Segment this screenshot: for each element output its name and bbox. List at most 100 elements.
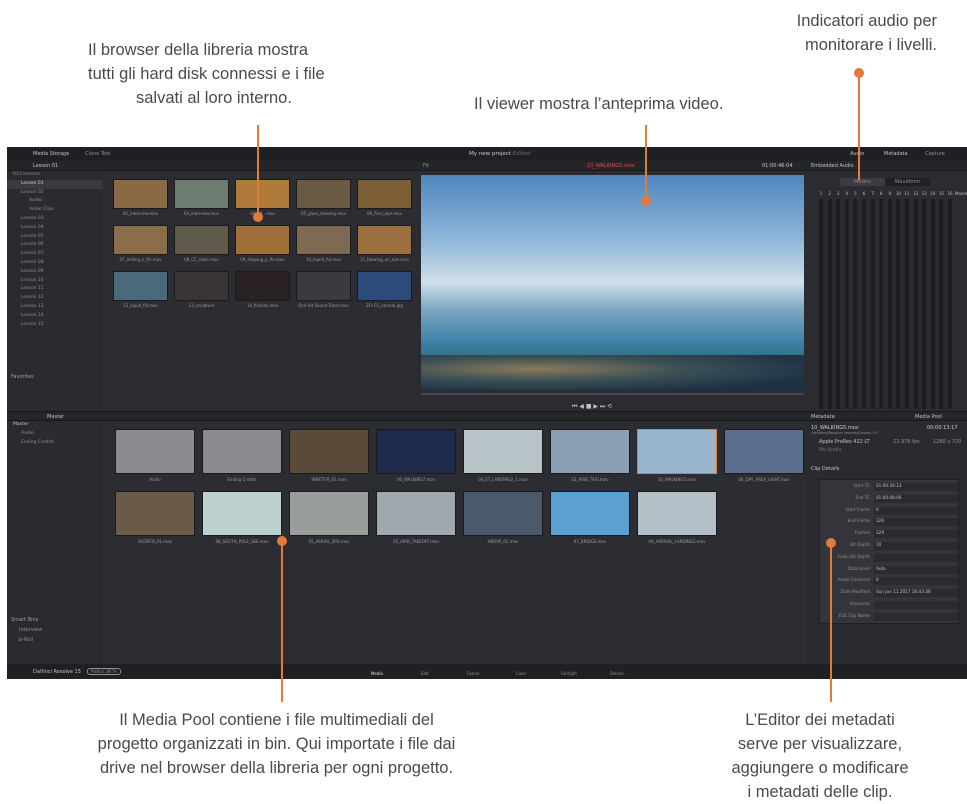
mediapool-clip-thumbnail[interactable]: [289, 491, 369, 536]
clone-tool-button[interactable]: Clone Tool: [85, 151, 111, 157]
mediapool-clip-thumbnail[interactable]: [115, 491, 195, 536]
library-clip-thumbnail[interactable]: [235, 179, 290, 209]
audio-meter-bar: [879, 199, 884, 409]
library-tree-item[interactable]: Lesson 15: [7, 321, 103, 330]
library-tree-item[interactable]: Lesson 03: [7, 215, 103, 224]
callout-viewer: [645, 125, 647, 200]
audio-channel-number: 2: [828, 191, 831, 196]
transport-controls[interactable]: ⏮ ◀ ■ ▶ ⏭ ⟲: [572, 403, 612, 411]
library-tree-item[interactable]: Lesson 10: [7, 277, 103, 286]
library-clip-thumbnail[interactable]: [357, 179, 412, 209]
metadata-resolution: 1280 x 720: [933, 439, 962, 445]
mediapool-clip-thumbnail[interactable]: [550, 491, 630, 536]
library-tree-item[interactable]: Lesson 06: [7, 241, 103, 250]
library-clip-thumbnail[interactable]: [113, 225, 168, 255]
library-current-folder[interactable]: Lesson 01: [33, 163, 58, 169]
library-clip-thumbnail[interactable]: [113, 179, 168, 209]
library-tree-item[interactable]: Lesson 14: [7, 312, 103, 321]
library-clip-thumbnail[interactable]: [357, 271, 412, 301]
meters-tab[interactable]: Meters: [840, 178, 885, 186]
library-clip-thumbnail[interactable]: [296, 179, 351, 209]
library-tree-item[interactable]: Lesson 08: [7, 259, 103, 268]
library-clip-thumbnail[interactable]: [357, 225, 412, 255]
metadata-field-value[interactable]: Auto: [874, 565, 958, 574]
metadata-field-value[interactable]: 329: [874, 530, 958, 539]
library-clip-thumbnail[interactable]: [174, 271, 229, 301]
page-tab-color[interactable]: Color: [506, 671, 536, 676]
library-clip-thumbnail[interactable]: [174, 225, 229, 255]
metadata-tab[interactable]: Metadata: [884, 151, 908, 157]
metadata-field-value[interactable]: 326: [874, 518, 958, 527]
page-tab-media[interactable]: Media: [362, 671, 392, 676]
library-tree-item[interactable]: Lesson 13: [7, 303, 103, 312]
bin-folder-icon[interactable]: [115, 429, 195, 474]
library-tree-item[interactable]: Lesson 02: [7, 189, 103, 198]
media-storage-button[interactable]: Media Storage: [33, 151, 69, 157]
library-tree-item[interactable]: Lesson 11: [7, 285, 103, 294]
waveform-tab[interactable]: Waveform: [885, 178, 930, 186]
mediapool-clip-thumbnail[interactable]: [289, 429, 369, 474]
page-tab-fairlight[interactable]: Fairlight: [554, 671, 584, 676]
metadata-header: Metadata Media Pool: [805, 411, 967, 421]
mediapool-clip-thumbnail[interactable]: [463, 491, 543, 536]
library-tree-item[interactable]: Lesson 05: [7, 233, 103, 242]
library-tree-item[interactable]: Lesson 04: [7, 224, 103, 233]
mediapool-clip-thumbnail[interactable]: [637, 491, 717, 536]
metadata-field-value[interactable]: 01:00:48:06: [874, 494, 958, 503]
audio-meter-bar: [939, 199, 944, 409]
mediapool-clip-thumbnail[interactable]: [202, 491, 282, 536]
smart-bin-broll[interactable]: b-Roll: [19, 637, 33, 643]
metadata-field-value[interactable]: [874, 612, 958, 621]
library-clip-thumbnail[interactable]: [174, 179, 229, 209]
page-tab-edit[interactable]: Edit: [410, 671, 440, 676]
viewer-zoom[interactable]: Fit: [423, 163, 429, 169]
audio-meter-bar: [819, 199, 823, 409]
current-bin[interactable]: Master: [47, 414, 64, 420]
bin-audio[interactable]: Audio: [7, 430, 103, 439]
library-clip-thumbnail[interactable]: [296, 225, 351, 255]
library-header: Lesson 01: [7, 161, 417, 171]
metadata-field-label: Keywords: [849, 601, 870, 606]
library-tree-item[interactable]: Lesson 09: [7, 268, 103, 277]
metadata-field-value[interactable]: [874, 553, 958, 562]
bin-ending-credits[interactable]: Ending Credits: [7, 439, 103, 448]
library-tree-item[interactable]: Lesson 01: [7, 179, 103, 189]
library-tree-item[interactable]: R15 lessons: [7, 171, 103, 180]
mediapool-clip-thumbnail[interactable]: [376, 491, 456, 536]
favorites-label: Favorites: [11, 374, 34, 380]
mediapool-clip-thumbnail[interactable]: [724, 429, 804, 474]
viewer-clip-name[interactable]: 10_WALKING5.mov: [587, 163, 635, 169]
metadata-field-value[interactable]: 0: [874, 506, 958, 515]
mediapool-clip-thumbnail[interactable]: [637, 429, 717, 474]
audio-meter-bar: [827, 199, 832, 409]
audio-meter-bar: [870, 199, 875, 409]
library-tree-item[interactable]: Video Clips: [7, 206, 103, 215]
library-tree-item[interactable]: Lesson 07: [7, 250, 103, 259]
library-clip-thumbnail[interactable]: [235, 271, 290, 301]
library-clip-name: 05_glass_blowing.mov: [301, 211, 346, 216]
metadata-field-value[interactable]: Sun Jun 11 2017 16:43:36: [874, 589, 958, 598]
library-tree-item[interactable]: Lesson 12: [7, 294, 103, 303]
smart-bin-interview[interactable]: Interview: [19, 627, 42, 633]
library-clip-thumbnail[interactable]: [235, 225, 290, 255]
audio-caption: Indicatori audio per monitorare i livelli…: [796, 12, 937, 54]
mediapool-clip-thumbnail[interactable]: [463, 429, 543, 474]
page-tab-fusion[interactable]: Fusion: [458, 671, 488, 676]
metadata-field-value[interactable]: [874, 601, 958, 609]
bin-master[interactable]: Master: [7, 421, 103, 430]
metadata-field-value[interactable]: 01:00:34:13: [874, 483, 958, 491]
mediapool-dropdown[interactable]: Media Pool: [915, 414, 942, 420]
mediapool-clip-thumbnail[interactable]: [550, 429, 630, 474]
library-tree-item[interactable]: Audio: [7, 197, 103, 206]
metadata-field-value[interactable]: 0: [874, 577, 958, 586]
bin-folder-icon[interactable]: [202, 429, 282, 474]
library-clip-thumbnail[interactable]: [296, 271, 351, 301]
library-clip-thumbnail[interactable]: [113, 271, 168, 301]
page-tab-deliver[interactable]: Deliver: [602, 671, 632, 676]
viewer-scrubber[interactable]: [421, 393, 804, 395]
audio-meter-bar: [836, 199, 841, 409]
capture-tab[interactable]: Capture: [925, 151, 945, 157]
metadata-fps: 23.976 fps: [893, 439, 920, 445]
mediapool-clip-thumbnail[interactable]: [376, 429, 456, 474]
metadata-field-value[interactable]: 10: [874, 542, 958, 550]
